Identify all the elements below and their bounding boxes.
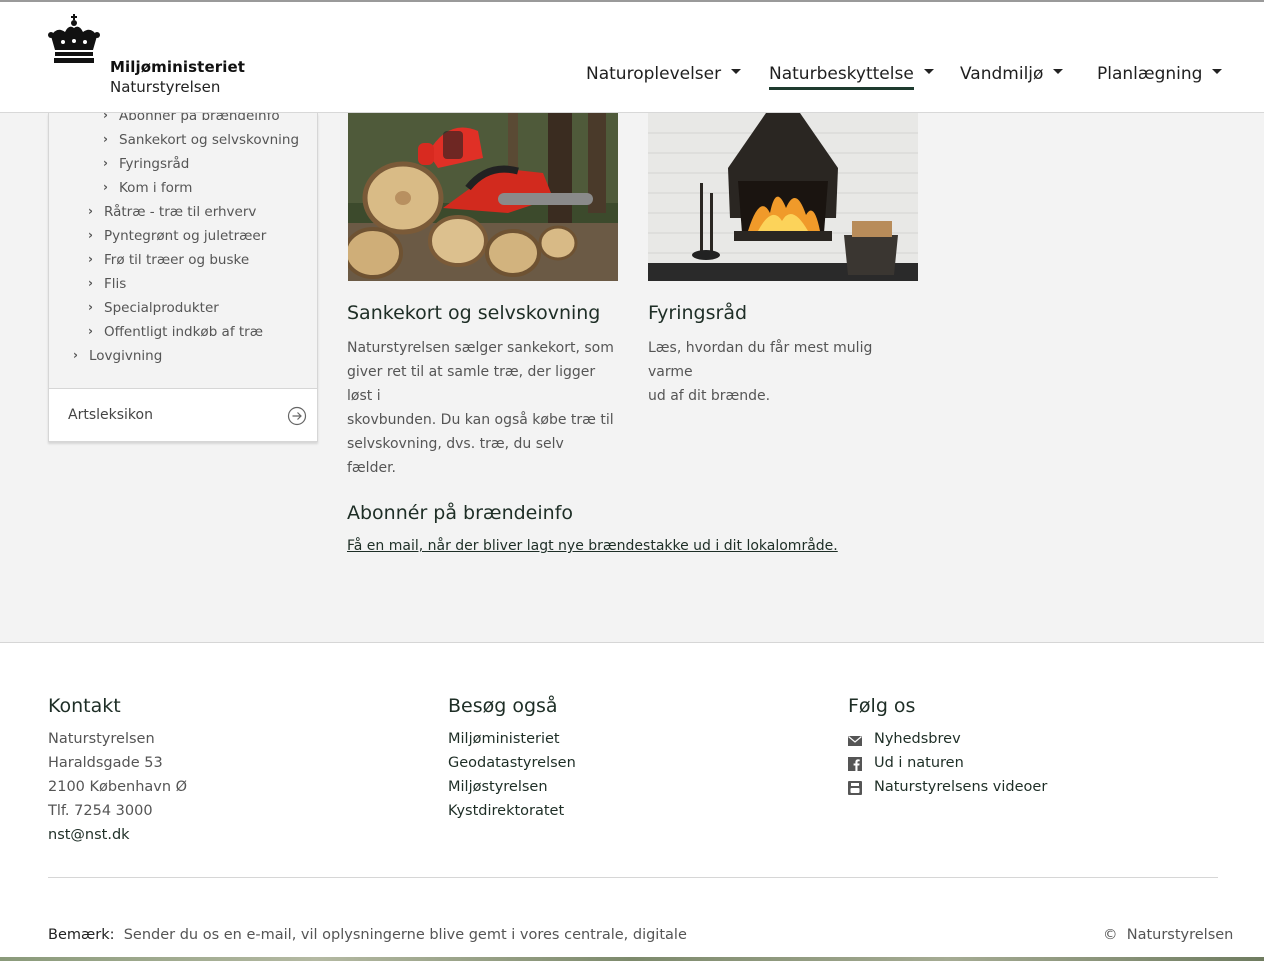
facebook-icon [848,757,862,771]
chevron-right-icon: › [103,180,108,194]
nav-label: Naturbeskyttelse [769,64,914,90]
nav-naturbeskyttelse[interactable]: Naturbeskyttelse [769,64,934,94]
sidebar-item-specialprodukter[interactable]: › Specialprodukter [88,300,219,316]
sidebar-item-label: Pyntegrønt og juletræer [104,228,267,244]
arrow-circle-right-icon [287,406,307,426]
subscribe-heading: Abonnér på brændeinfo [347,502,574,524]
chevron-right-icon: › [88,204,93,218]
nav-label: Naturoplevelser [586,64,722,84]
sidebar-item-label: Sankekort og selvskovning [119,132,300,148]
sidebar-item-label: Specialprodukter [104,300,219,316]
visit-link-kystdirektoratet[interactable]: Kystdirektoratet [448,803,564,819]
follow-link-videoer[interactable]: Naturstyrelsens videoer [874,779,1047,795]
note-text: Sender du os en e-mail, vil oplysningern… [123,927,687,943]
sidebar-item-pyntegroent[interactable]: › Pyntegrønt og juletræer [88,228,267,244]
follow-link-nyhedsbrev[interactable]: Nyhedsbrev [874,731,961,747]
card-text-line: Naturstyrelsen sælger sankekort, som [347,340,614,356]
nav-label: Planlægning [1097,64,1203,84]
main-content: › Abonnér på brændeinfo › Sankekort og sel… [0,113,1264,643]
nav-label: Vandmiljø [960,64,1044,84]
bottom-image-strip [0,957,1264,961]
sidebar-item-label: Flis [104,276,127,292]
sidebar-item-label: Råtræ - træ til erhverv [104,204,257,220]
contact-line: 2100 København Ø [48,779,188,795]
privacy-note: Bemærk: Sender du os en e-mail, vil oply… [48,927,687,943]
org-name: Miljøministeriet [110,58,246,76]
card-text-line: giver ret til at samle træ, der ligger l… [347,364,596,404]
sidebar-nav: › Abonnér på brændeinfo › Sankekort og sel… [48,113,318,442]
sidebar-item-sankekort[interactable]: › Sankekort og selvskovning [103,132,300,148]
chevron-right-icon: › [88,324,93,338]
nav-vandmiljo[interactable]: Vandmiljø [960,64,1064,94]
follow-link-ud-i-naturen[interactable]: Ud i naturen [874,755,964,771]
footer-follow-heading: Følg os [848,695,916,717]
chainsaw-logs-image[interactable] [348,113,618,281]
chevron-right-icon: › [103,156,108,170]
caret-down-icon [923,69,934,74]
chevron-right-icon: › [88,252,93,266]
chevron-right-icon: › [103,132,108,146]
youtube-icon [848,781,862,795]
contact-line: Haraldsgade 53 [48,755,163,771]
artsleksikon-label: Artsleksikon [68,407,153,423]
agency-name: Naturstyrelsen [110,78,221,96]
sidebar-item-offentligt-indkoeb[interactable]: › Offentligt indkøb af træ [88,324,263,340]
sidebar-item-raatrae[interactable]: › Råtræ - træ til erhverv [88,204,257,220]
sidebar-item-froe[interactable]: › Frø til træer og buske [88,252,250,268]
visit-link-miljoestyrelsen[interactable]: Miljøstyrelsen [448,779,548,795]
artsleksikon-link[interactable]: Artsleksikon [49,389,317,441]
crown-icon [48,14,100,63]
site-header: Miljøministeriet Naturstyrelsen Naturopl… [0,2,1264,113]
card-title-fyringsraad[interactable]: Fyringsråd [648,302,747,324]
subscribe-link[interactable]: Få en mail, når der bliver lagt nye bræn… [347,538,838,554]
sidebar-item-label: Kom i form [119,180,193,196]
note-label: Bemærk: [48,927,115,943]
chevron-right-icon: › [73,348,78,362]
sidebar-item-label: Fyringsråd [119,156,190,172]
card-text-line: selvskovning, dvs. træ, du selv fælder. [347,436,564,476]
footer-visit-heading: Besøg også [448,695,558,717]
sidebar-item-kom-i-form[interactable]: › Kom i form [103,180,193,196]
site-footer: Kontakt Naturstyrelsen Haraldsgade 53 21… [0,644,1264,961]
card-text-fyringsraad: Læs, hvordan du får mest mulig varme ud … [648,336,916,408]
card-title-sankekort[interactable]: Sankekort og selvskovning [347,302,600,324]
card-text-sankekort: Naturstyrelsen sælger sankekort, som giv… [347,336,615,480]
card-text-line: skovbunden. Du kan også købe træ til [347,412,614,428]
chevron-right-icon: › [88,228,93,242]
chevron-right-icon: › [88,300,93,314]
sidebar-item-label: Frø til træer og buske [104,252,250,268]
card-text-line: ud af dit brænde. [648,388,771,404]
chainsaw-logs-picture [348,113,618,281]
sidebar-item-lovgivning[interactable]: › Lovgivning [73,348,163,364]
contact-email-link[interactable]: nst@nst.dk [48,827,130,843]
caret-down-icon [1053,69,1064,74]
sidebar-item-label: Offentligt indkøb af træ [104,324,263,340]
nav-planlaegning[interactable]: Planlægning [1097,64,1223,94]
fireplace-image[interactable] [648,113,918,281]
caret-down-icon [1212,69,1223,74]
sidebar-item-label: Abonnér på brændeinfo [119,113,280,124]
footer-contact-heading: Kontakt [48,695,121,717]
copyright-text: Naturstyrelsen [1126,927,1234,943]
copyright: © Naturstyrelsen [1103,927,1233,943]
visit-link-geodatastyrelsen[interactable]: Geodatastyrelsen [448,755,576,771]
sidebar-item-abonner[interactable]: › Abonnér på brændeinfo [103,113,280,124]
footer-divider [48,877,1218,878]
copyright-icon: © [1103,927,1118,943]
chevron-right-icon: › [88,276,93,290]
caret-down-icon [731,69,742,74]
sidebar-item-label: Lovgivning [89,348,163,364]
chevron-right-icon: › [103,113,108,122]
visit-link-miljoeministeriet[interactable]: Miljøministeriet [448,731,560,747]
fireplace-picture [648,113,918,281]
nav-naturoplevelser[interactable]: Naturoplevelser [586,64,742,94]
sidebar-item-flis[interactable]: › Flis [88,276,127,292]
contact-line: Tlf. 7254 3000 [48,803,153,819]
contact-line: Naturstyrelsen [48,731,155,747]
site-logo[interactable]: Miljøministeriet Naturstyrelsen [47,14,267,96]
card-text-line: Læs, hvordan du får mest mulig varme [648,340,873,380]
mail-icon [848,736,862,746]
sidebar-item-fyringsraad[interactable]: › Fyringsråd [103,156,190,172]
